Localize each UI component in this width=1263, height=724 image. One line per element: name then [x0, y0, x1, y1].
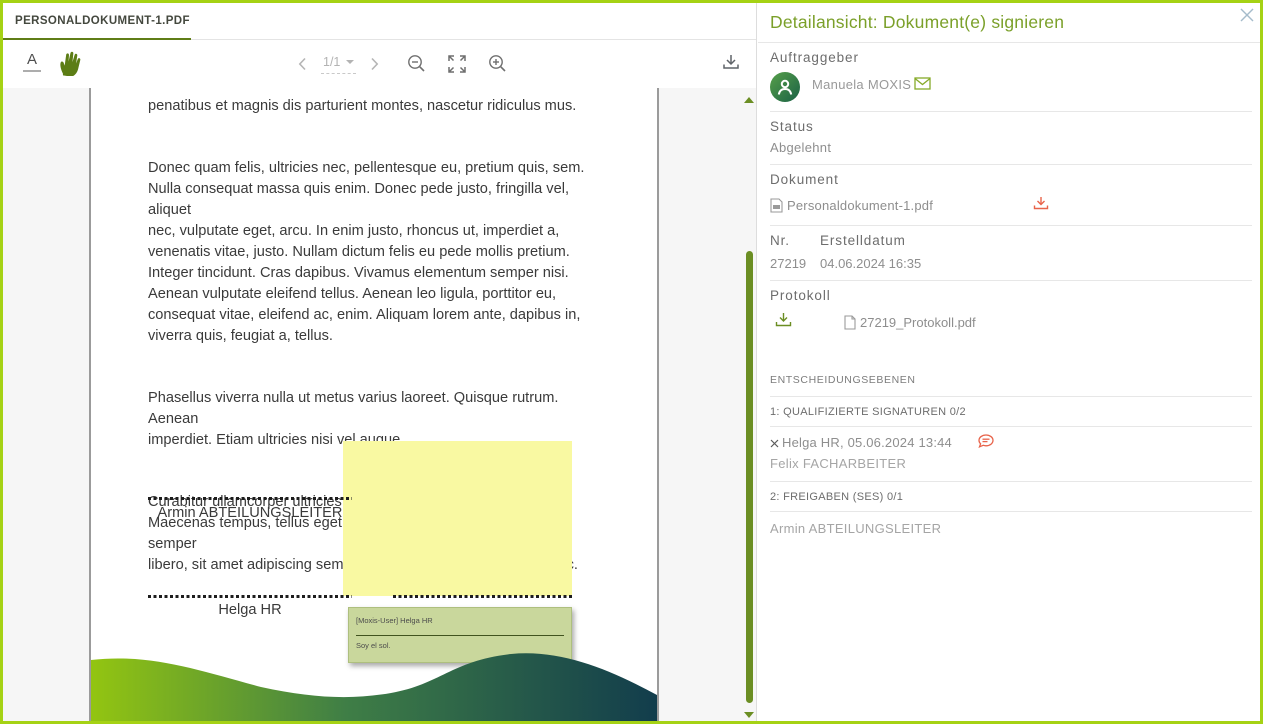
erstelldatum-label: Erstelldatum: [820, 233, 1252, 248]
next-page-button[interactable]: [370, 57, 379, 71]
pdf-page: penatibus et magnis dis parturient monte…: [89, 88, 659, 721]
tab-label: PERSONALDOKUMENT-1.PDF: [15, 15, 190, 27]
fullscreen-button[interactable]: [448, 55, 466, 73]
signature-dotted-line-helga-left: [148, 595, 352, 598]
avatar: [770, 72, 800, 102]
zoom-out-button[interactable]: [407, 54, 426, 73]
protokoll-label: Protokoll: [770, 288, 1252, 303]
comment-button[interactable]: [978, 434, 994, 451]
detail-panel-header: Detailansicht: Dokument(e) signieren: [758, 3, 1260, 43]
close-panel-button[interactable]: [1239, 7, 1255, 28]
signature-dotted-line-helga-right: [393, 595, 573, 598]
document-download-button[interactable]: [722, 53, 740, 76]
text-annotation-glyph: A: [23, 52, 41, 67]
auftraggeber-label: Auftraggeber: [770, 50, 1252, 65]
rejected-x-icon: [770, 436, 779, 451]
stamp-divider: [356, 635, 564, 636]
document-clipped-line: penatibus et magnis dis parturient monte…: [148, 96, 600, 117]
level-1-entry-text: Helga HR, 05.06.2024 13:44: [782, 435, 952, 450]
level-2-title: 2: FREIGABEN (SES) 0/1: [770, 482, 1252, 512]
tab-personaldokument[interactable]: PERSONALDOKUMENT-1.PDF: [3, 3, 204, 40]
stamp-user-line: [Moxis-User] Helga HR: [356, 616, 564, 625]
page-indicator: 1/1: [323, 55, 340, 69]
signature-label-helga: Helga HR: [148, 602, 352, 618]
document-paragraph: Donec quam felis, ultricies nec, pellent…: [148, 158, 600, 347]
auftraggeber-row: Manuela MOXIS: [770, 67, 1252, 102]
section-nr-erstelldatum: Nr. Erstelldatum 27219 04.06.2024 16:35: [770, 226, 1252, 281]
email-button[interactable]: [914, 77, 931, 95]
previous-page-button[interactable]: [298, 57, 307, 71]
signature-placement-highlight[interactable]: [343, 441, 572, 596]
document-footer-wave: [91, 645, 657, 721]
nr-label: Nr.: [770, 233, 820, 248]
download-icon: [722, 53, 740, 71]
moxis-window: PERSONALDOKUMENT-1.PDF A 1/1: [0, 0, 1263, 724]
dokument-filename-link[interactable]: Personaldokument-1.pdf: [787, 198, 933, 213]
signature-dotted-line-armin: [148, 497, 352, 500]
scroll-up-arrow[interactable]: [744, 97, 754, 103]
page-select[interactable]: 1/1: [321, 53, 356, 74]
status-label: Status: [770, 119, 1252, 134]
entscheidungsebenen-heading: ENTSCHEIDUNGSEBENEN: [770, 344, 1252, 397]
section-status: Status Abgelehnt: [770, 112, 1252, 165]
viewer-toolbar: A 1/1: [3, 40, 756, 87]
hand-icon: [55, 48, 81, 76]
auftraggeber-name: Manuela MOXIS: [812, 77, 911, 92]
chevron-down-icon: [346, 60, 354, 64]
pdf-viewer: PERSONALDOKUMENT-1.PDF A 1/1: [3, 3, 757, 721]
zoom-in-icon: [488, 54, 507, 73]
chevron-right-icon: [370, 57, 379, 71]
dokument-label: Dokument: [770, 172, 1252, 187]
download-red-icon: [1033, 196, 1049, 211]
download-green-icon: [775, 312, 792, 328]
signature-label-armin: Armin ABTEILUNGSLEITER: [148, 505, 352, 521]
envelope-icon: [914, 77, 931, 90]
section-auftraggeber: Auftraggeber Manuela MOXIS: [770, 43, 1252, 112]
text-annotation-underline: [23, 70, 41, 72]
section-dokument: Dokument Personaldokument-1.pdf: [770, 165, 1252, 226]
page-navigation: 1/1: [298, 40, 507, 87]
close-icon: [1239, 7, 1255, 23]
erstelldatum-value: 04.06.2024 16:35: [820, 256, 1252, 271]
dokument-row: Personaldokument-1.pdf: [770, 194, 1252, 216]
scroll-down-arrow[interactable]: [744, 712, 754, 718]
text-annotation-button[interactable]: A: [23, 52, 41, 72]
pdf-file-icon: [770, 198, 783, 213]
level-1-entries: Helga HR, 05.06.2024 13:44 Felix FACHARB…: [770, 427, 1252, 482]
pdf-canvas[interactable]: penatibus et magnis dis parturient monte…: [3, 88, 756, 721]
panel-title: Detailansicht: Dokument(e) signieren: [770, 12, 1248, 33]
protokoll-row: 27219_Protokoll.pdf: [770, 312, 1252, 335]
level-1-entry-pending: Felix FACHARBEITER: [770, 456, 1252, 471]
detail-panel: Detailansicht: Dokument(e) signieren Auf…: [758, 3, 1260, 721]
person-icon: [775, 77, 795, 97]
zoom-out-icon: [407, 54, 426, 73]
dokument-download-button[interactable]: [1033, 196, 1049, 216]
fullscreen-icon: [448, 55, 466, 73]
zoom-in-button[interactable]: [488, 54, 507, 73]
comment-bubble-icon: [978, 434, 994, 448]
protokoll-filename-link[interactable]: 27219_Protokoll.pdf: [860, 315, 976, 330]
protokoll-file-icon: [844, 315, 856, 330]
nr-erstelldatum-grid: Nr. Erstelldatum 27219 04.06.2024 16:35: [770, 233, 1252, 271]
level-1-title: 1: QUALIFIZIERTE SIGNATUREN 0/2: [770, 397, 1252, 427]
protokoll-download-button[interactable]: [775, 312, 792, 333]
scrollbar-thumb[interactable]: [746, 251, 753, 703]
status-value: Abgelehnt: [770, 140, 1252, 155]
document-tabbar: PERSONALDOKUMENT-1.PDF: [3, 3, 756, 40]
chevron-left-icon: [298, 57, 307, 71]
section-protokoll: Protokoll 27219_Protokoll.pdf: [770, 281, 1252, 344]
nr-value: 27219: [770, 256, 820, 271]
hand-pan-tool-button[interactable]: [55, 48, 81, 81]
level-2-entry-pending: Armin ABTEILUNGSLEITER: [770, 512, 1252, 546]
level-1-entry-rejected: Helga HR, 05.06.2024 13:44: [770, 434, 1252, 451]
